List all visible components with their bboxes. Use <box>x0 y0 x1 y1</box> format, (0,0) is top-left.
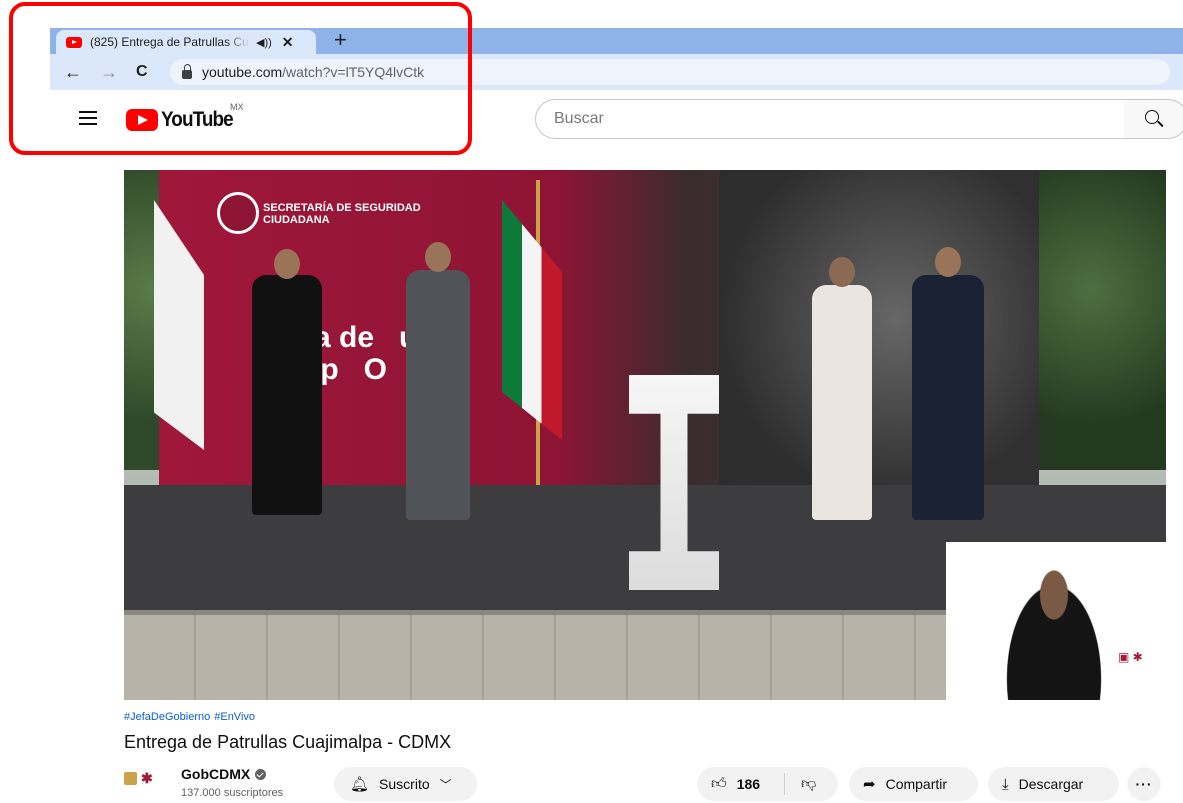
cdmx-emblem-icon: ✱ <box>141 769 153 786</box>
download-label: Descargar <box>1018 776 1084 792</box>
banner-org: SECRETARÍA DE SEGURIDAD CIUDADANA <box>263 202 421 226</box>
screen: (825) Entrega de Patrullas Cuajimalpa - … <box>0 0 1183 803</box>
share-label: Compartir <box>885 776 948 792</box>
bell-icon: 🔔︎ <box>350 776 370 793</box>
cdmx-logo-icon: ▣ ✱ <box>1118 650 1143 664</box>
channel-avatar[interactable]: ✱ <box>124 766 164 790</box>
verified-icon <box>255 768 267 780</box>
hashtag-link[interactable]: #EnVivo <box>214 711 255 723</box>
sign-interpreter <box>994 560 1114 700</box>
search-button[interactable] <box>1124 99 1183 139</box>
subscribed-button[interactable]: 🔔︎ Suscrito ﹀ <box>334 767 477 801</box>
like-count: 186 <box>736 776 761 792</box>
video-player[interactable]: SECRETARÍA DE SEGURIDAD CIUDADANA E a de… <box>124 170 1166 700</box>
highlight-annotation <box>9 2 472 155</box>
channel-name[interactable]: GobCDMX <box>181 766 250 782</box>
video-title: Entrega de Patrullas Cuajimalpa - CDMX <box>124 732 452 752</box>
share-arrow-icon: ➦ <box>863 776 876 793</box>
cdmx-shield-icon <box>124 771 137 785</box>
person-speaker <box>812 257 872 520</box>
banner-soldier-image <box>719 170 1039 500</box>
hashtag-link[interactable]: #JefaDeGobierno <box>124 711 210 723</box>
chevron-down-icon: ﹀ <box>439 777 452 792</box>
thumbs-up-icon: 👍︎ <box>711 775 727 792</box>
person-suit <box>406 242 470 520</box>
subscriber-count: 137.000 suscriptores <box>181 787 284 799</box>
hashtags: #JefaDeGobierno #EnVivo <box>124 711 259 723</box>
download-button[interactable]: ⤓ Descargar <box>988 767 1119 801</box>
like-dislike-group: 👍︎ 186 👎︎ <box>697 767 838 801</box>
more-actions-button[interactable]: ··· <box>1127 767 1161 801</box>
ssc-emblem-icon <box>217 192 259 234</box>
thumbs-down-icon: 👎︎ <box>801 775 817 792</box>
channel-name-row: GobCDMX <box>181 766 267 782</box>
like-button[interactable]: 👍︎ 186 <box>697 773 785 795</box>
share-button[interactable]: ➦ Compartir <box>849 767 978 801</box>
dislike-button[interactable]: 👎︎ <box>785 775 816 793</box>
search-input[interactable]: Buscar <box>535 99 1125 139</box>
person-officer-left <box>252 249 322 515</box>
download-icon: ⤓ <box>1002 775 1009 793</box>
sign-language-inset: ▣ ✱ <box>946 542 1166 700</box>
search-icon <box>1145 110 1159 124</box>
person-officer-right <box>912 247 984 520</box>
subscribed-label: Suscrito <box>379 776 430 792</box>
